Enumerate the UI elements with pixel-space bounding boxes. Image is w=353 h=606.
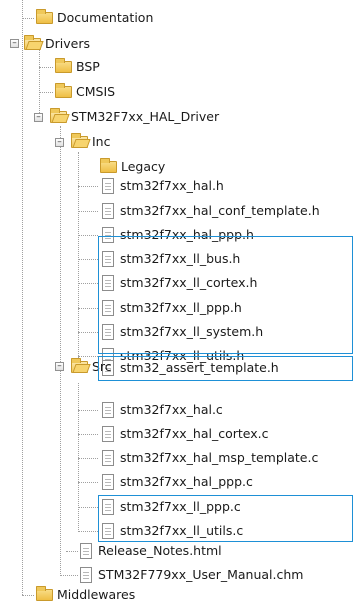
folder-icon — [55, 83, 72, 98]
folder-icon — [100, 158, 117, 173]
file-tree: – – – – Documentation Drivers BSP CMSIS … — [0, 0, 353, 605]
tree-item-label: Inc — [92, 134, 111, 149]
collapse-button-inc[interactable]: – — [55, 138, 64, 147]
file-icon — [80, 543, 92, 559]
tree-line — [60, 575, 78, 576]
file-item[interactable]: stm32f7xx_hal_conf_template.h — [100, 200, 320, 222]
file-item[interactable]: stm32f7xx_hal_ppp.c — [100, 471, 253, 493]
file-label: stm32f7xx_hal_msp_template.c — [120, 450, 319, 465]
tree-line — [22, 0, 23, 595]
collapse-button-src[interactable]: – — [55, 362, 64, 371]
file-icon — [102, 203, 114, 219]
file-item[interactable]: stm32f7xx_hal.h — [100, 175, 224, 197]
file-icon — [102, 178, 114, 194]
file-label: stm32f7xx_hal_cortex.c — [120, 426, 269, 441]
folder-icon — [55, 58, 72, 73]
folder-open-icon — [50, 108, 67, 123]
tree-line — [78, 283, 98, 284]
file-item[interactable]: stm32f7xx_hal_msp_template.c — [100, 447, 318, 469]
tree-item-label: BSP — [76, 59, 100, 74]
file-icon — [80, 567, 92, 583]
tree-line — [78, 308, 98, 309]
tree-item-label: STM32F7xx_HAL_Driver — [71, 109, 220, 124]
tree-item-label: CMSIS — [76, 84, 116, 99]
tree-item-label: Drivers — [45, 36, 90, 51]
tree-item-hal-driver[interactable]: STM32F7xx_HAL_Driver — [50, 106, 219, 128]
tree-line — [22, 595, 34, 596]
file-label: stm32f7xx_hal.c — [120, 402, 223, 417]
tree-item-label: Middlewares — [57, 587, 136, 602]
tree-line — [78, 507, 98, 508]
file-label: stm32f7xx_hal_ppp.c — [120, 474, 253, 489]
tree-line — [66, 551, 78, 552]
tree-line — [39, 67, 53, 68]
file-label: STM32F779xx_User_Manual.chm — [98, 567, 304, 582]
collapse-button-hal-driver[interactable]: – — [34, 113, 43, 122]
tree-line — [78, 235, 98, 236]
file-item[interactable]: Release_Notes.html — [78, 540, 222, 562]
tree-line — [78, 434, 98, 435]
tree-line — [39, 50, 40, 117]
highlight-box-ll-headers — [98, 236, 353, 354]
tree-line — [60, 126, 61, 576]
tree-line — [39, 92, 53, 93]
collapse-button-drivers[interactable]: – — [10, 39, 19, 48]
tree-item-cmsis[interactable]: CMSIS — [55, 81, 115, 103]
folder-open-icon — [71, 133, 88, 148]
tree-line — [78, 531, 98, 532]
folder-open-icon — [71, 358, 88, 373]
file-label: Release_Notes.html — [98, 543, 222, 558]
file-icon — [102, 450, 114, 466]
folder-icon — [36, 586, 53, 601]
highlight-box-assert-template — [98, 356, 353, 381]
file-item[interactable]: STM32F779xx_User_Manual.chm — [78, 564, 303, 586]
file-label: stm32f7xx_hal_conf_template.h — [120, 203, 320, 218]
tree-line — [78, 332, 98, 333]
highlight-box-ll-sources — [98, 495, 353, 542]
file-icon — [102, 402, 114, 418]
tree-line — [78, 259, 98, 260]
tree-item-drivers[interactable]: Drivers — [24, 33, 90, 55]
folder-open-icon — [24, 35, 41, 50]
tree-line — [78, 211, 98, 212]
tree-line — [78, 410, 98, 411]
tree-line — [78, 482, 98, 483]
tree-item-bsp[interactable]: BSP — [55, 56, 100, 78]
file-icon — [102, 474, 114, 490]
tree-item-middlewares[interactable]: Middlewares — [36, 584, 135, 606]
file-item[interactable]: stm32f7xx_hal.c — [100, 399, 223, 421]
file-item[interactable]: stm32f7xx_hal_cortex.c — [100, 423, 268, 445]
file-icon — [102, 426, 114, 442]
folder-icon — [36, 9, 53, 24]
tree-line — [78, 152, 79, 368]
tree-item-inc[interactable]: Inc — [71, 131, 110, 153]
tree-item-label: Documentation — [57, 10, 154, 25]
tree-line — [22, 18, 34, 19]
tree-item-documentation[interactable]: Documentation — [36, 7, 153, 29]
tree-line — [78, 186, 98, 187]
file-label: stm32f7xx_hal.h — [120, 178, 224, 193]
tree-line — [78, 458, 98, 459]
